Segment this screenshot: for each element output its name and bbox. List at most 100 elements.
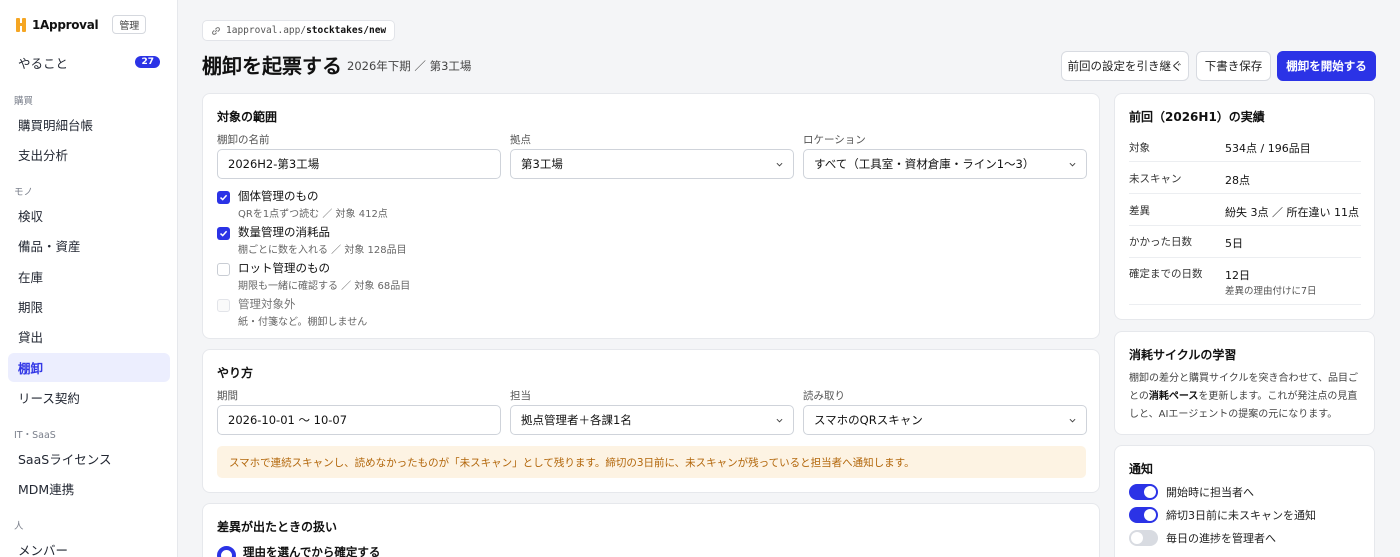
check-sub: 棚ごとに数を入れる ／ 対象 128品目 [238,245,407,256]
url-path: stocktakes/new [306,25,387,36]
toggle-row[interactable]: 毎日の進捗を管理者へ [1129,530,1276,546]
cycle-title: 消耗サイクルの学習 [1129,348,1237,362]
sidebar-item-lease[interactable]: リース契約 [8,383,170,412]
sidebar-item-ledger[interactable]: 購買明細台帳 [8,110,170,139]
sidebar-item-label: 購買明細台帳 [18,118,94,133]
stocktake-name-value: 2026H2-第3工場 [228,157,320,171]
sidebar-item-label: MDM連携 [18,482,75,497]
location-select[interactable]: すべて（工具室・資材倉庫・ライン1〜3） [803,149,1087,179]
app-name: 1Approval [32,17,99,32]
period-input[interactable]: 2026-10-01 〜 10-07 [217,405,501,435]
logo-icon [16,17,26,32]
check-sub: 紙・付箋など。棚卸しません [238,317,368,328]
stat-key: 確定までの日数 [1129,268,1203,280]
section-people: 人 [14,521,24,532]
read-label: 読み取り [803,390,845,402]
check-consumables[interactable]: 数量管理の消耗品棚ごとに数を入れる ／ 対象 128品目 [217,224,407,256]
scope-title: 対象の範囲 [217,110,278,124]
scan-notice: スマホで連続スキャンし、読めなかったものが「未スキャン」として残ります。締切の3… [217,446,1086,478]
toggle-switch-on[interactable] [1129,507,1158,523]
owner-select[interactable]: 拠点管理者＋各課1名 [510,405,794,435]
section-it-saas: IT・SaaS [14,430,56,441]
check-sub: 期限も一緒に確認する ／ 対象 68品目 [238,281,411,292]
period-value: 2026-10-01 〜 10-07 [228,413,348,427]
cycle-learning-card: 消耗サイクルの学習 棚卸の差分と購買サイクルを突き合わせて、品目ごとの消耗ペース… [1114,331,1375,435]
site-label: 拠点 [510,134,531,146]
sidebar-item-label: 支出分析 [18,148,69,163]
site-value: 第3工場 [521,157,563,171]
stat-row: かかった日数 5日 [1129,226,1361,258]
todo-count-badge: 27 [135,56,160,68]
name-label: 棚卸の名前 [217,134,270,146]
toggle-switch-off[interactable] [1129,530,1158,546]
toggle-row[interactable]: 締切3日前に未スキャンを通知 [1129,507,1316,523]
check-lot[interactable]: ロット管理のもの期限も一緒に確認する ／ 対象 68品目 [217,260,410,292]
sidebar-item-spend[interactable]: 支出分析 [8,140,170,169]
scope-card: 対象の範囲 棚卸の名前 2026H2-第3工場 拠点 第3工場 ロケーション す… [202,93,1100,339]
method-title: やり方 [217,366,254,380]
sidebar: 1Approval 管理 やること 27 購買 購買明細台帳 支出分析 モノ 検… [0,0,178,557]
checkbox-checked[interactable] [217,227,230,240]
inherit-settings-button[interactable]: 前回の設定を引き継ぐ [1061,51,1189,81]
save-draft-button[interactable]: 下書き保存 [1196,51,1271,81]
stat-row: 差異 紛失 3点 ／ 所在違い 11点 [1129,194,1361,226]
sidebar-item-stocktake[interactable]: 棚卸 [8,353,170,382]
sidebar-item-label: 在庫 [18,270,44,285]
page-title: 棚卸を起票する [202,54,342,78]
check-sub: QRを1点ずつ読む ／ 対象 412点 [238,209,388,220]
sidebar-item-mdm[interactable]: MDM連携 [8,474,170,503]
notify-title: 通知 [1129,462,1154,476]
check-label: 数量管理の消耗品 [238,225,330,239]
link-icon [212,26,220,35]
sidebar-item-lending[interactable]: 貸出 [8,322,170,351]
check-label: 管理対象外 [238,297,296,311]
start-stocktake-button[interactable]: 棚卸を開始する [1277,51,1376,81]
sidebar-item-inventory[interactable]: 在庫 [8,262,170,291]
read-method-select[interactable]: スマホのQRスキャン [803,405,1087,435]
toggle-label: 毎日の進捗を管理者へ [1166,532,1276,545]
stat-sub: 差異の理由付けに7日 [1225,286,1317,297]
sidebar-item-label: 検収 [18,209,44,224]
sidebar-item-todo[interactable]: やること 27 [8,48,170,77]
stat-value: 12日 [1225,269,1250,282]
sidebar-item-label: メンバー [18,543,69,557]
section-purchase: 購買 [14,96,34,107]
check-label: 個体管理のもの [238,189,319,203]
url-chip[interactable]: 1approval.app/stocktakes/new [202,20,396,41]
chevron-down-icon [776,418,783,423]
sidebar-item-assets[interactable]: 備品・資産 [8,231,170,260]
toggle-switch-on[interactable] [1129,484,1158,500]
chevron-down-icon [1069,418,1076,423]
stocktake-name-input[interactable]: 2026H2-第3工場 [217,149,501,179]
site-select[interactable]: 第3工場 [510,149,794,179]
owner-value: 拠点管理者＋各課1名 [521,413,632,427]
checkbox-disabled [217,299,230,312]
check-icon [219,230,228,237]
sidebar-item-expiry[interactable]: 期限 [8,292,170,321]
checkbox-checked[interactable] [217,191,230,204]
stat-key: 対象 [1129,142,1150,154]
stat-value: 紛失 3点 ／ 所在違い 11点 [1225,206,1359,219]
location-label: ロケーション [803,134,866,146]
stat-key: 未スキャン [1129,173,1182,185]
sidebar-item-saas[interactable]: SaaSライセンス [8,444,170,473]
chevron-down-icon [776,162,783,167]
diff-title: 差異が出たときの扱い [217,520,338,534]
method-card: やり方 期間 2026-10-01 〜 10-07 担当 拠点管理者＋各課1名 … [202,349,1100,493]
brand[interactable]: 1Approval 管理 [16,15,147,34]
sidebar-item-inspection[interactable]: 検収 [8,201,170,230]
check-label: ロット管理のもの [238,261,330,275]
stat-row: 確定までの日数 12日 差異の理由付けに7日 [1129,258,1361,305]
sidebar-item-label: 貸出 [18,330,44,345]
toggle-row[interactable]: 開始時に担当者へ [1129,484,1254,500]
sidebar-item-label: 棚卸 [18,361,44,376]
check-individual[interactable]: 個体管理のもの QRを1点ずつ読む ／ 対象 412点 [217,188,388,220]
location-value: すべて（工具室・資材倉庫・ライン1〜3） [814,157,1035,171]
section-mono: モノ [14,187,34,198]
radio-selected[interactable] [217,546,236,557]
stat-value: 5日 [1225,237,1243,250]
sidebar-item-label: やること [18,56,69,71]
sidebar-item-members[interactable]: メンバー [8,535,170,557]
checkbox-unchecked[interactable] [217,263,230,276]
check-icon [219,194,228,201]
